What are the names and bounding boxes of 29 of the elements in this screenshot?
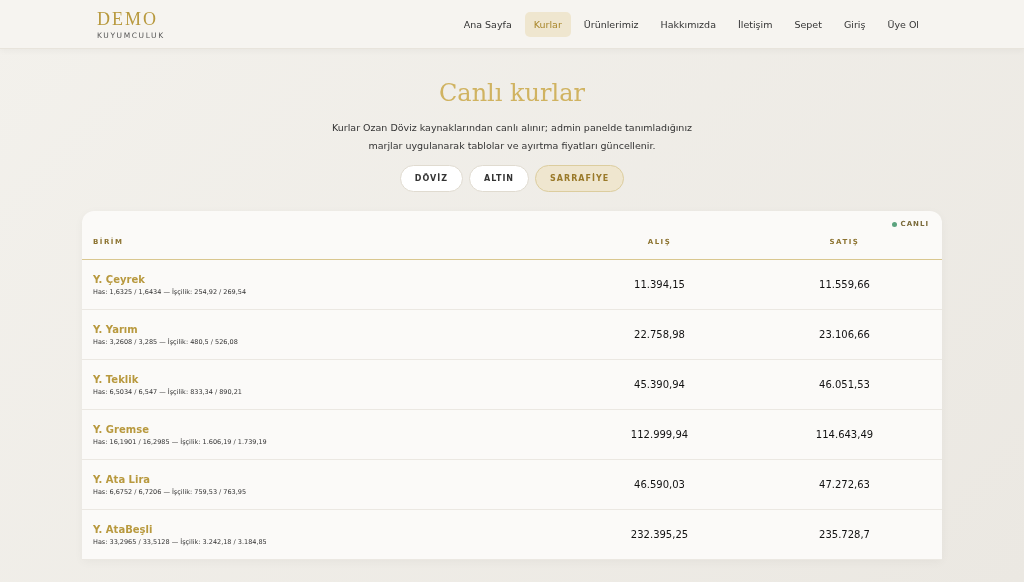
nav-link[interactable]: Giriş: [834, 11, 875, 37]
intro-text: Kurlar Ozan Döviz kaynaklarından canlı alınır; admin panelde tanımladığınız marjlar uygulanarak tablolar ve ayırtma fiyatları güncellenir.: [331, 121, 693, 153]
sell-price: 11.559,66: [818, 279, 871, 290]
filter-tab[interactable]: ALTIN: [468, 165, 530, 192]
buy-price: 45.390,94: [633, 379, 686, 390]
nav-link[interactable]: Sepet: [785, 11, 831, 37]
unit-name: Y. Çeyrek: [93, 273, 146, 285]
nav-link[interactable]: Ürünlerimiz: [574, 11, 648, 37]
buy-price: 22.758,98: [633, 329, 686, 340]
nav-link[interactable]: Hakkımızda: [651, 11, 725, 37]
buy-price: 232.395,25: [629, 529, 690, 540]
page-title: Canlı kurlar: [438, 79, 585, 107]
sell-price: 114.643,49: [814, 429, 875, 440]
buy-price: 46.590,03: [633, 479, 686, 490]
nav-link[interactable]: Ana Sayfa: [454, 11, 521, 37]
sell-price: 47.272,63: [818, 479, 871, 490]
unit-name: Y. Teklik: [93, 373, 140, 385]
buy-price: 11.394,15: [633, 279, 686, 290]
unit-name: Y. Ata Lira: [93, 473, 152, 485]
nav-link[interactable]: Üye Ol: [878, 11, 928, 37]
nav-link[interactable]: İletişim: [728, 11, 782, 37]
unit-name: Y. AtaBeşli: [93, 523, 154, 535]
unit-name: Y. Yarım: [93, 323, 139, 335]
unit-name: Y. Gremse: [93, 423, 150, 435]
sell-price: 235.728,7: [818, 529, 871, 540]
sell-price: 23.106,66: [818, 329, 871, 340]
buy-price: 112.999,94: [629, 429, 690, 440]
filter-tab[interactable]: DÖVİZ: [399, 165, 463, 192]
sell-price: 46.051,53: [818, 379, 871, 390]
